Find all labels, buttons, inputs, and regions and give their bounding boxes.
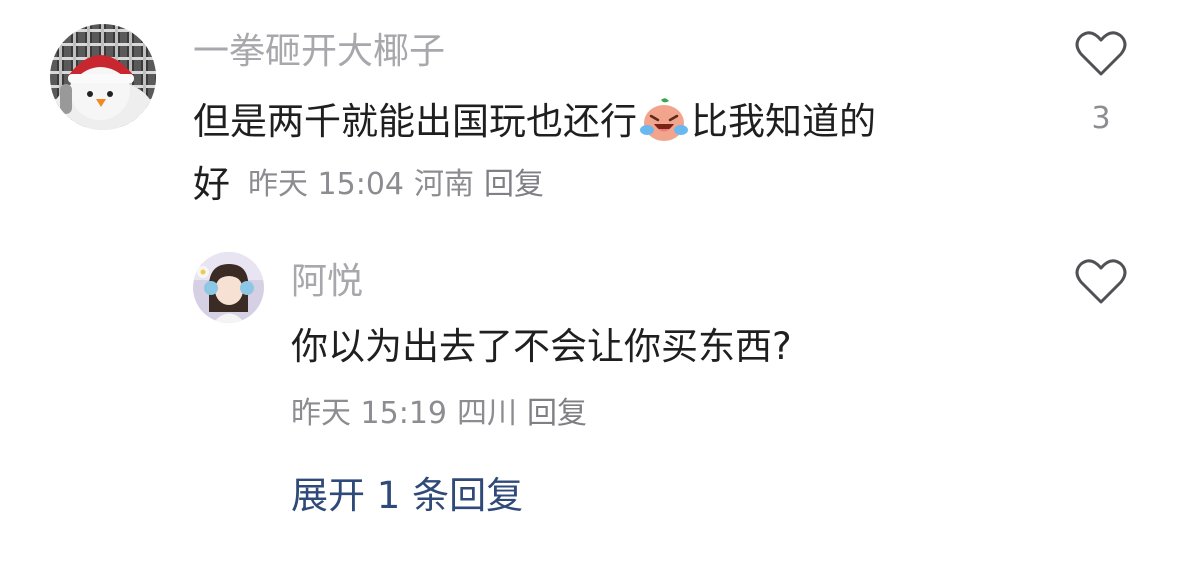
like-button[interactable]: 3 xyxy=(1066,30,1136,136)
crying-laughing-face-emoji xyxy=(640,98,688,141)
comment-meta: 昨天 15:04 河南 回复 xyxy=(248,167,554,203)
comment-text: 你以为出去了不会让你买东西? xyxy=(291,325,792,368)
comment-text-line2: 好 xyxy=(193,163,230,206)
comment-location: 河南 xyxy=(414,167,474,202)
comment-location: 四川 xyxy=(457,396,517,431)
avatar[interactable] xyxy=(193,252,264,323)
comment-username[interactable]: 阿悦 xyxy=(291,262,363,302)
comment-meta: 昨天 15:19 四川 回复 xyxy=(291,396,597,432)
reply-button[interactable]: 回复 xyxy=(484,167,544,202)
heart-outline-icon xyxy=(1075,259,1127,304)
like-count: 3 xyxy=(1091,101,1111,136)
comment-text: 但是两千就能出国玩也还行 比我知道的 xyxy=(193,96,876,144)
heart-outline-icon xyxy=(1075,31,1127,76)
avatar-image xyxy=(50,24,156,130)
comment-time: 昨天 15:19 xyxy=(291,396,447,431)
reply-button[interactable]: 回复 xyxy=(527,396,587,431)
avatar[interactable] xyxy=(50,24,156,130)
comment-username[interactable]: 一拳砸开大椰子 xyxy=(193,32,445,72)
comment-time: 昨天 15:04 xyxy=(248,167,404,202)
avatar-image xyxy=(193,252,264,323)
comment-text-part: 但是两千就能出国玩也还行 xyxy=(193,100,637,143)
like-button[interactable] xyxy=(1066,258,1136,310)
comment-text-part: 比我知道的 xyxy=(691,100,876,143)
expand-replies-button[interactable]: 展开 1 条回复 xyxy=(291,474,523,518)
